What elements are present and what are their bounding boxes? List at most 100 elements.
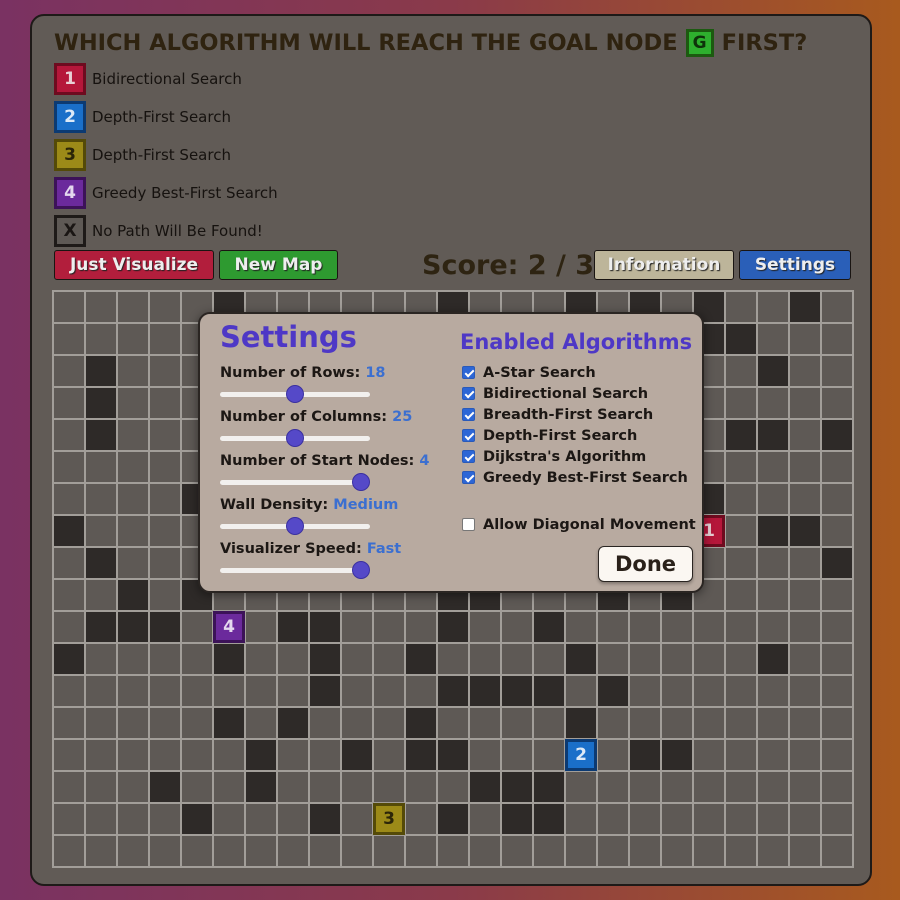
grid-cell[interactable]	[757, 707, 789, 739]
grid-cell[interactable]	[501, 707, 533, 739]
grid-cell[interactable]	[725, 803, 757, 835]
wall-cell[interactable]	[757, 643, 789, 675]
grid-cell[interactable]	[149, 675, 181, 707]
grid-cell[interactable]	[757, 547, 789, 579]
wall-cell[interactable]	[405, 739, 437, 771]
algorithm-checkbox[interactable]	[462, 408, 475, 421]
grid-cell[interactable]	[85, 707, 117, 739]
grid-cell[interactable]	[149, 451, 181, 483]
wall-cell[interactable]	[597, 675, 629, 707]
grid-cell[interactable]	[117, 451, 149, 483]
grid-cell[interactable]	[53, 419, 85, 451]
grid-cell[interactable]	[693, 707, 725, 739]
grid-cell[interactable]	[789, 611, 821, 643]
grid-cell[interactable]	[149, 835, 181, 867]
grid-cell[interactable]	[437, 771, 469, 803]
grid-cell[interactable]	[821, 611, 853, 643]
grid-cell[interactable]	[341, 771, 373, 803]
grid-cell[interactable]	[149, 739, 181, 771]
slider-thumb[interactable]	[286, 517, 304, 535]
start-node[interactable]: 2	[565, 739, 597, 771]
grid-cell[interactable]	[821, 515, 853, 547]
grid-cell[interactable]	[245, 643, 277, 675]
grid-cell[interactable]	[85, 835, 117, 867]
wall-cell[interactable]	[757, 355, 789, 387]
grid-cell[interactable]	[629, 611, 661, 643]
grid-cell[interactable]	[117, 643, 149, 675]
grid-cell[interactable]	[533, 835, 565, 867]
grid-cell[interactable]	[469, 707, 501, 739]
wall-cell[interactable]	[53, 515, 85, 547]
grid-cell[interactable]	[629, 675, 661, 707]
grid-cell[interactable]	[85, 515, 117, 547]
grid-cell[interactable]	[565, 835, 597, 867]
grid-cell[interactable]	[341, 803, 373, 835]
grid-cell[interactable]	[821, 483, 853, 515]
done-button[interactable]: Done	[598, 546, 693, 582]
wall-cell[interactable]	[661, 739, 693, 771]
grid-cell[interactable]	[117, 739, 149, 771]
grid-cell[interactable]	[149, 355, 181, 387]
grid-cell[interactable]	[725, 771, 757, 803]
algorithm-option[interactable]: Bidirectional Search	[462, 383, 688, 404]
grid-cell[interactable]	[341, 707, 373, 739]
grid-cell[interactable]	[341, 611, 373, 643]
grid-cell[interactable]	[661, 643, 693, 675]
wall-cell[interactable]	[821, 419, 853, 451]
wall-cell[interactable]	[85, 355, 117, 387]
wall-cell[interactable]	[85, 419, 117, 451]
grid-cell[interactable]	[277, 835, 309, 867]
setting-slider[interactable]	[220, 516, 370, 536]
grid-cell[interactable]	[725, 483, 757, 515]
grid-cell[interactable]	[149, 579, 181, 611]
grid-cell[interactable]	[789, 643, 821, 675]
grid-cell[interactable]	[405, 771, 437, 803]
grid-cell[interactable]	[53, 707, 85, 739]
grid-cell[interactable]	[149, 387, 181, 419]
wall-cell[interactable]	[789, 291, 821, 323]
grid-cell[interactable]	[725, 675, 757, 707]
grid-cell[interactable]	[213, 803, 245, 835]
grid-cell[interactable]	[821, 803, 853, 835]
grid-cell[interactable]	[661, 835, 693, 867]
grid-cell[interactable]	[213, 835, 245, 867]
wall-cell[interactable]	[533, 611, 565, 643]
grid-cell[interactable]	[245, 803, 277, 835]
grid-cell[interactable]	[821, 355, 853, 387]
wall-cell[interactable]	[213, 643, 245, 675]
grid-cell[interactable]	[181, 707, 213, 739]
grid-cell[interactable]	[117, 835, 149, 867]
diagonal-option[interactable]: Allow Diagonal Movement	[462, 514, 696, 535]
grid-cell[interactable]	[821, 291, 853, 323]
grid-cell[interactable]	[53, 739, 85, 771]
grid-cell[interactable]	[117, 419, 149, 451]
grid-cell[interactable]	[757, 387, 789, 419]
wall-cell[interactable]	[181, 803, 213, 835]
wall-cell[interactable]	[629, 739, 661, 771]
grid-cell[interactable]	[53, 547, 85, 579]
wall-cell[interactable]	[757, 515, 789, 547]
just-visualize-button[interactable]: Just Visualize	[54, 250, 214, 280]
grid-cell[interactable]	[565, 611, 597, 643]
grid-cell[interactable]	[469, 835, 501, 867]
grid-cell[interactable]	[85, 323, 117, 355]
slider-thumb[interactable]	[352, 561, 370, 579]
slider-thumb[interactable]	[352, 473, 370, 491]
wall-cell[interactable]	[53, 643, 85, 675]
algorithm-checkbox[interactable]	[462, 366, 475, 379]
algorithm-option[interactable]: Greedy Best-First Search	[462, 467, 688, 488]
grid-cell[interactable]	[309, 771, 341, 803]
grid-cell[interactable]	[789, 387, 821, 419]
grid-cell[interactable]	[693, 739, 725, 771]
wall-cell[interactable]	[501, 803, 533, 835]
grid-cell[interactable]	[725, 387, 757, 419]
grid-cell[interactable]	[821, 739, 853, 771]
grid-cell[interactable]	[245, 835, 277, 867]
setting-slider[interactable]	[220, 472, 370, 492]
grid-cell[interactable]	[149, 291, 181, 323]
grid-cell[interactable]	[117, 803, 149, 835]
grid-cell[interactable]	[597, 643, 629, 675]
grid-cell[interactable]	[181, 675, 213, 707]
grid-cell[interactable]	[53, 323, 85, 355]
grid-cell[interactable]	[373, 835, 405, 867]
